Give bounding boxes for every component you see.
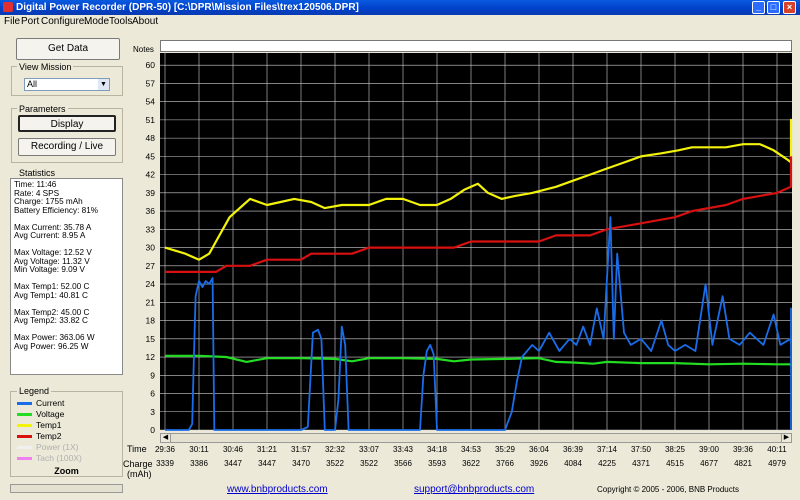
time-tick-label: 34:18	[427, 445, 448, 454]
time-tick-label: 39:00	[699, 445, 720, 454]
time-label: Time	[127, 444, 147, 454]
y-tick-label: 30	[146, 243, 156, 253]
y-tick-label: 39	[146, 188, 156, 198]
charge-tick-label: 3766	[496, 459, 514, 468]
y-tick-label: 57	[146, 78, 156, 88]
charge-tick-label: 3593	[428, 459, 446, 468]
time-tick-label: 38:25	[665, 445, 686, 454]
y-tick-label: 21	[146, 297, 156, 307]
x-axis: 29:36 3339 30:11 3386 30:46 3447 31:21 3447 31:5…	[155, 445, 787, 468]
website-link[interactable]: www.bnbproducts.com	[227, 484, 328, 495]
y-tick-label: 18	[146, 316, 156, 326]
y-tick-label: 60	[146, 60, 156, 70]
charge-tick-label: 4677	[700, 459, 718, 468]
charge-tick-label: 3339	[156, 459, 174, 468]
copyright-text: Copyright © 2005 - 2006, BNB Products	[597, 485, 739, 494]
time-tick-label: 30:46	[223, 445, 244, 454]
charge-tick-label: 4371	[632, 459, 650, 468]
charge-tick-label: 3622	[462, 459, 480, 468]
charge-tick-label: 4084	[564, 459, 582, 468]
time-tick-label: 40:11	[767, 445, 787, 454]
charge-tick-label: 4821	[734, 459, 752, 468]
y-tick-label: 42	[146, 170, 156, 180]
y-axis: 03691215182124273033363942454851545760	[146, 60, 156, 435]
legend-label: Legend	[17, 386, 52, 396]
time-scrollbar[interactable]: ◀ ▶	[160, 433, 792, 443]
y-tick-label: 27	[146, 261, 156, 271]
time-tick-label: 36:04	[529, 445, 550, 454]
charge-tick-label: 3470	[292, 459, 310, 468]
charge-tick-label: 4515	[666, 459, 684, 468]
time-tick-label: 39:36	[733, 445, 754, 454]
charge-tick-label: 3926	[530, 459, 548, 468]
charge-tick-label: 4979	[768, 459, 786, 468]
charge-tick-label: 3522	[326, 459, 344, 468]
charge-unit-label: (mAh)	[127, 469, 152, 479]
y-tick-label: 6	[150, 389, 155, 399]
y-tick-label: 51	[146, 115, 156, 125]
time-tick-label: 36:39	[563, 445, 584, 454]
app-window: Digital Power Recorder (DPR-50) [C:\DPR\…	[0, 0, 800, 500]
time-tick-label: 29:36	[155, 445, 176, 454]
scroll-left-arrow-icon[interactable]: ◀	[161, 434, 171, 442]
y-tick-label: 3	[150, 407, 155, 417]
time-tick-label: 37:14	[597, 445, 618, 454]
y-tick-label: 33	[146, 224, 156, 234]
charge-label: Charge	[123, 459, 153, 469]
time-tick-label: 31:21	[257, 445, 278, 454]
time-tick-label: 37:50	[631, 445, 652, 454]
charge-tick-label: 4225	[598, 459, 616, 468]
y-tick-label: 9	[150, 370, 155, 380]
time-tick-label: 33:07	[359, 445, 380, 454]
charge-tick-label: 3447	[258, 459, 276, 468]
charge-tick-label: 3566	[394, 459, 412, 468]
charge-tick-label: 3447	[224, 459, 242, 468]
y-tick-label: 24	[146, 279, 156, 289]
y-tick-label: 0	[150, 425, 155, 435]
y-tick-label: 45	[146, 151, 156, 161]
scroll-right-arrow-icon[interactable]: ▶	[781, 434, 791, 442]
y-tick-label: 15	[146, 334, 156, 344]
y-tick-label: 54	[146, 97, 156, 107]
time-tick-label: 30:11	[189, 445, 209, 454]
time-tick-label: 34:53	[461, 445, 482, 454]
time-tick-label: 35:29	[495, 445, 516, 454]
charge-tick-label: 3522	[360, 459, 378, 468]
y-tick-label: 12	[146, 352, 156, 362]
chart: 03691215182124273033363942454851545760 2…	[146, 53, 793, 468]
time-tick-label: 32:32	[325, 445, 346, 454]
support-email-link[interactable]: support@bnbproducts.com	[414, 484, 534, 495]
y-tick-label: 36	[146, 206, 156, 216]
time-tick-label: 33:43	[393, 445, 414, 454]
time-tick-label: 31:57	[291, 445, 312, 454]
y-tick-label: 48	[146, 133, 156, 143]
charge-tick-label: 3386	[190, 459, 208, 468]
